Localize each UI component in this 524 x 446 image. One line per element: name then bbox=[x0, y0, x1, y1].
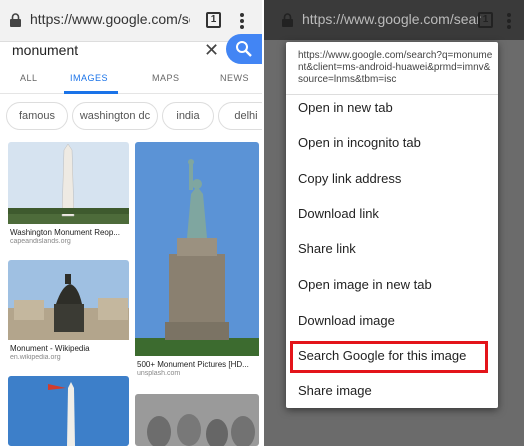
chip-famous[interactable]: famous bbox=[6, 102, 68, 130]
clear-icon[interactable]: ✕ bbox=[204, 40, 219, 61]
chip-delhi[interactable]: delhi bbox=[218, 102, 262, 130]
screen: https://www.google.com/sear 1 monument ✕… bbox=[0, 0, 524, 446]
result-title: Washington Monument Reop... bbox=[10, 228, 120, 237]
washington-monument-image bbox=[8, 142, 129, 224]
image-result-mount-rushmore-partial[interactable] bbox=[135, 394, 259, 446]
menu-link-url: https://www.google.com/search?q=monument… bbox=[298, 50, 493, 85]
statue-of-liberty-image bbox=[135, 142, 259, 356]
image-result-monument-wikipedia[interactable]: Monument - Wikipedia en.wikipedia.org bbox=[8, 260, 129, 364]
menu-open-in-incognito-tab[interactable]: Open in incognito tab bbox=[298, 135, 488, 150]
result-source: en.wikipedia.org bbox=[10, 354, 61, 361]
highlight-box bbox=[290, 341, 488, 373]
menu-share-image[interactable]: Share image bbox=[298, 383, 488, 398]
monument-partial-image bbox=[8, 376, 129, 446]
lock-icon bbox=[282, 13, 293, 27]
address-bar-dimmed: https://www.google.com/sear 1 bbox=[264, 0, 524, 40]
active-tab-indicator bbox=[64, 91, 118, 94]
tab-images[interactable]: IMAGES bbox=[70, 73, 108, 83]
overflow-menu-icon[interactable] bbox=[239, 12, 245, 30]
mount-rushmore-image bbox=[135, 394, 259, 446]
tab-news[interactable]: NEWS bbox=[220, 73, 249, 83]
image-result-monument-partial[interactable] bbox=[8, 376, 129, 446]
menu-download-link[interactable]: Download link bbox=[298, 206, 488, 221]
search-tabs: ALL IMAGES MAPS NEWS bbox=[0, 64, 262, 94]
image-result-statue-of-liberty[interactable]: 500+ Monument Pictures [HD... unsplash.c… bbox=[135, 142, 259, 382]
monument-statue-image bbox=[8, 260, 129, 340]
tab-switcher-button[interactable]: 1 bbox=[206, 12, 221, 28]
result-title: 500+ Monument Pictures [HD... bbox=[137, 360, 249, 369]
chip-india[interactable]: india bbox=[162, 102, 214, 130]
related-chips: famous washington dc india delhi bbox=[0, 102, 262, 132]
overflow-menu-icon bbox=[506, 12, 512, 30]
menu-copy-link-address[interactable]: Copy link address bbox=[298, 171, 488, 186]
search-button[interactable] bbox=[226, 34, 262, 64]
tab-maps[interactable]: MAPS bbox=[152, 73, 180, 83]
chip-washington-dc[interactable]: washington dc bbox=[72, 102, 158, 130]
result-source: unsplash.com bbox=[137, 370, 181, 377]
result-title: Monument - Wikipedia bbox=[10, 344, 90, 353]
menu-open-image-in-new-tab[interactable]: Open image in new tab bbox=[298, 277, 488, 292]
left-pane: https://www.google.com/sear 1 monument ✕… bbox=[0, 0, 262, 446]
menu-download-image[interactable]: Download image bbox=[298, 313, 488, 328]
url-text[interactable]: https://www.google.com/sear bbox=[30, 11, 190, 31]
tab-all[interactable]: ALL bbox=[20, 73, 38, 83]
address-bar[interactable]: https://www.google.com/sear 1 bbox=[0, 0, 262, 42]
image-result-washington-monument[interactable]: Washington Monument Reop... capeandislan… bbox=[8, 142, 129, 250]
url-text: https://www.google.com/sear bbox=[302, 11, 481, 27]
search-input[interactable]: monument bbox=[12, 42, 78, 58]
menu-share-link[interactable]: Share link bbox=[298, 241, 488, 256]
search-bar: monument ✕ bbox=[0, 34, 262, 64]
result-source: capeandislands.org bbox=[10, 238, 71, 245]
tab-switcher-button: 1 bbox=[478, 12, 493, 28]
lock-icon bbox=[10, 13, 21, 27]
search-icon bbox=[236, 41, 252, 57]
menu-divider bbox=[286, 94, 498, 95]
menu-open-in-new-tab[interactable]: Open in new tab bbox=[298, 100, 488, 115]
